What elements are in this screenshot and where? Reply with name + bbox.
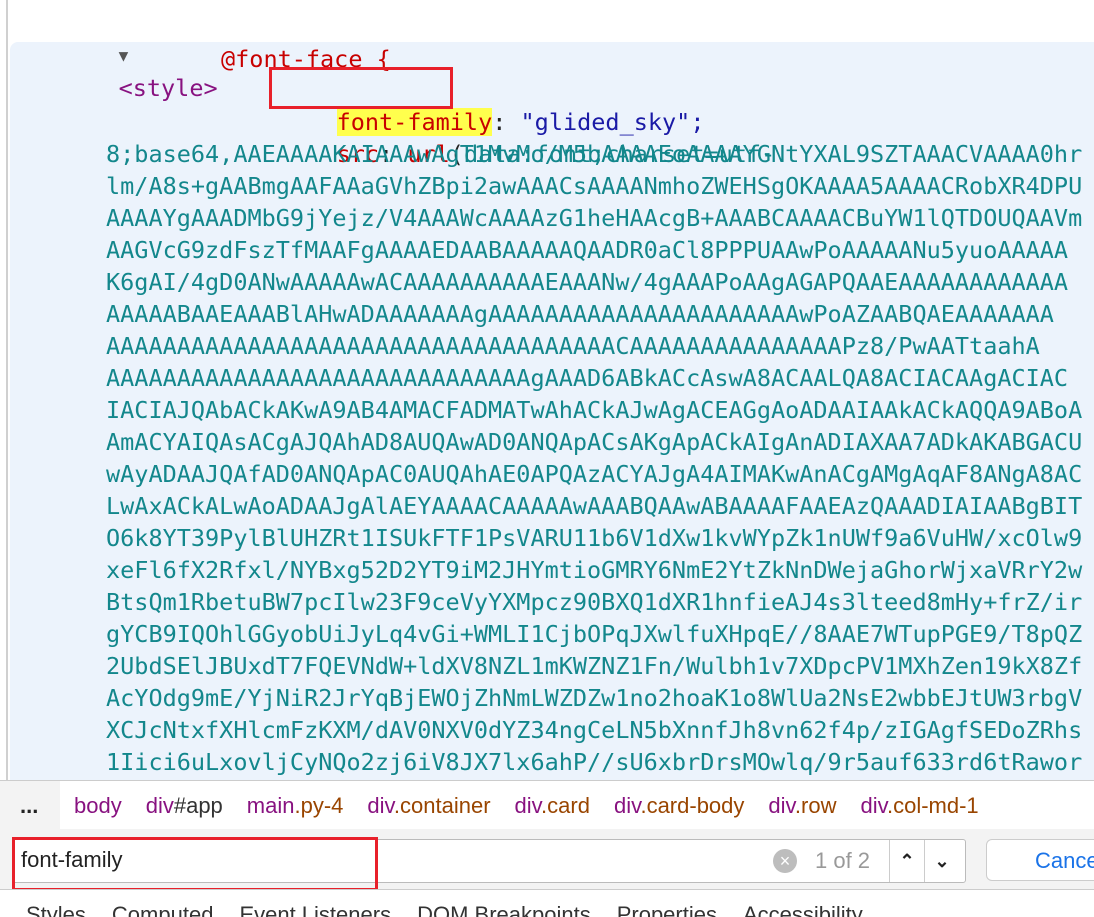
breadcrumb-overflow[interactable]: ... [20, 793, 38, 819]
previous-match-button[interactable]: ⌃ [889, 840, 924, 882]
breadcrumb: ... body div#app main.py-4 div.container div… [0, 780, 1094, 830]
tab-properties[interactable]: Properties [617, 902, 717, 917]
crumb-class: .card-body [640, 793, 745, 818]
tab-computed[interactable]: Computed [112, 902, 214, 917]
base64-line: BtsQm1RbetuBW7pcIlw23F9ceVyYXMpcz90BXQ1d… [106, 588, 1083, 616]
breadcrumb-item[interactable]: div.container [367, 793, 490, 819]
base64-line: XCJcNtxfXHlcmFzKXM/dAV0NXV0dYZ34ngCeLN5b… [106, 716, 1083, 744]
crumb-class: #app [173, 793, 223, 818]
base64-line: AmACYAIQAsACgAJQAhAD8AUQAwAD0ANQApACsAKg… [106, 428, 1083, 456]
breadcrumb-item[interactable]: body [74, 793, 122, 819]
breadcrumb-list: body div#app main.py-4 div.container div.car… [60, 781, 1094, 829]
breadcrumb-item[interactable]: div.col-md-1 [860, 793, 978, 819]
base64-line: 1Iici6uLxovljCyNQo2zj6iV8JX7lx6ahP//sU6x… [106, 748, 1083, 776]
crumb-class: .py-4 [294, 793, 344, 818]
base64-line: AcYOdg9mE/YjNiR2JrYqBjEWOjZhNmLWZDZw1no2… [106, 684, 1083, 712]
panel-tabs: Styles Computed Event Listeners DOM Breakpo… [0, 889, 1094, 917]
base64-line: AAGVcG9zdFszTfMAAFgAAAAEDAABAAAAAQAADR0a… [106, 236, 1069, 264]
base64-line: lm/A8s+gAABmgAAFAAaGVhZBpi2awAAACsAAAANm… [106, 172, 1083, 200]
breadcrumb-item[interactable]: div.card-body [614, 793, 744, 819]
annotation-box-font-family [269, 67, 453, 109]
elements-tree: ▼ <style> @font-face { font-family: "gli… [0, 0, 1094, 780]
base64-line: gYCB9IQOhlGGyobUiJyLq4vGi+WMLI1CjbOPqJXw… [106, 620, 1083, 648]
crumb-tag: body [74, 793, 122, 818]
crumb-tag: main [246, 793, 295, 818]
base64-line: 8;base64,AAEAAAAKAIAAAwAgT1MvMo/M5bAAAAE… [106, 140, 1083, 168]
tab-accessibility[interactable]: Accessibility [743, 902, 863, 917]
find-bar: × 1 of 2 ⌃ ⌄ Cancel [0, 829, 1094, 891]
cancel-button[interactable]: Cancel [986, 839, 1094, 881]
tab-event-listeners[interactable]: Event Listeners [239, 902, 391, 917]
crumb-class: .container [393, 793, 491, 818]
base64-line: 2UbdSElJBUxdT7FQEVNdW+ldXV8NZL1mKWZNZ1Fn… [106, 652, 1083, 680]
breadcrumb-item[interactable]: div#app [146, 793, 223, 819]
collapse-triangle-icon[interactable]: ▼ [119, 46, 129, 65]
crumb-class: .card [541, 793, 590, 818]
crumb-tag: div [367, 793, 394, 818]
tab-styles[interactable]: Styles [26, 902, 86, 917]
base64-line: AAAAABAAEAAABlAHwADAAAAAAAgAAAAAAAAAAAAA… [106, 300, 1054, 328]
tab-dom-breakpoints[interactable]: DOM Breakpoints [417, 902, 591, 917]
base64-line: wAyADAAJQAfAD0ANQApAC0AUQAhAE0APQAzACYAJ… [106, 460, 1083, 488]
base64-line: IACIAJQAbACkAKwA9AB4AMACFADMATwAhACkAJwA… [106, 396, 1083, 424]
clear-search-icon[interactable]: × [773, 849, 797, 873]
tree-gutter [6, 0, 8, 780]
base64-line: K6gAI/4gD0ANwAAAAAwACAAAAAAAAAAEAAANw/4g… [106, 268, 1069, 296]
crumb-tag: div [514, 793, 542, 818]
style-node[interactable]: ▼ <style> [62, 5, 222, 102]
src-declaration: src: url(data:font;charset=utf- [280, 106, 776, 168]
base64-line: AAAAAAAAAAAAAAAAAAAAAAAAAAAAAAAAAAAACAAA… [106, 332, 1040, 360]
base64-line: LwAxACkALwAoADAAJgAlAEYAAAACAAAAAwAAABQA… [106, 492, 1083, 520]
breadcrumb-item[interactable]: div.row [768, 793, 836, 819]
match-count: 1 of 2 [815, 848, 871, 873]
crumb-tag: div [145, 793, 174, 818]
annotation-box-search [12, 837, 378, 891]
next-match-button[interactable]: ⌄ [924, 840, 959, 882]
base64-line: AAAAAAAAAAAAAAAAAAAAAAAAAAAAAAgAAAD6ABkA… [106, 364, 1069, 392]
crumb-class: .col-md-1 [886, 793, 979, 818]
breadcrumb-item[interactable]: main.py-4 [247, 793, 344, 819]
style-tag: <style> [118, 74, 218, 102]
crumb-class: .row [794, 793, 837, 818]
base64-line: O6k8YT39PylBlUHZRt1ISUkFTF1PsVARU11b6V1d… [106, 524, 1083, 552]
breadcrumb-item[interactable]: div.card [515, 793, 590, 819]
crumb-tag: div [768, 793, 795, 818]
base64-line: AAAAYgAAADMbG9jYejz/V4AAAWcAAAAzG1heHAAc… [106, 204, 1083, 232]
crumb-tag: div [613, 793, 641, 818]
base64-line: xeFl6fX2Rfxl/NYBxg52D2YT9iM2JHYmtioGMRY6… [106, 556, 1083, 584]
crumb-tag: div [860, 793, 887, 818]
